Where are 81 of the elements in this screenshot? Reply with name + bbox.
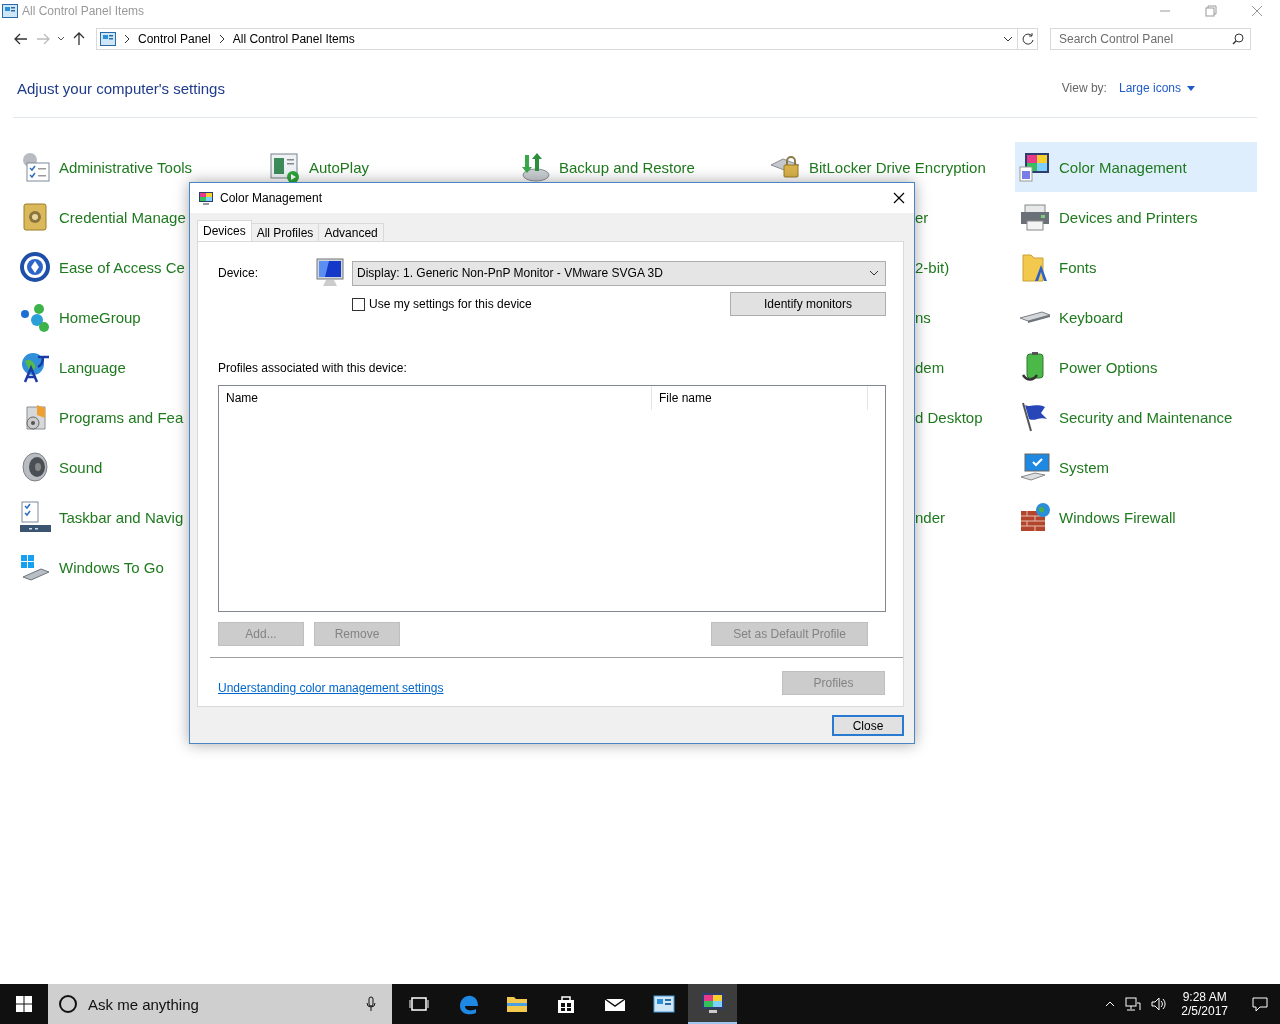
microphone-icon [366, 996, 376, 1012]
taskbar-app[interactable] [688, 984, 737, 1024]
search-field[interactable]: Ask me anything [48, 984, 392, 1024]
refresh-icon [1021, 33, 1034, 45]
control-panel-item[interactable]: AutoPlay [265, 142, 507, 192]
control-panel-item[interactable]: Fonts [1015, 242, 1257, 292]
control-panel-icon [2, 4, 18, 18]
monitor-icon [198, 190, 214, 206]
profiles-label: Profiles associated with this device: [218, 361, 408, 375]
control-panel-item[interactable]: Windows Firewall [1015, 492, 1257, 542]
task-view-icon [408, 996, 429, 1012]
control-panel-icon [100, 32, 116, 46]
column-header[interactable]: File name [652, 386, 868, 410]
monitor-icon [700, 992, 725, 1014]
view-by-dropdown[interactable]: Large icons [1118, 81, 1195, 95]
disc-icon [519, 151, 551, 183]
control-panel-item[interactable]: Security and Maintenance [1015, 392, 1257, 442]
accessibility-icon [19, 251, 51, 283]
circle-icon [58, 994, 78, 1014]
chevron-down-icon [869, 270, 879, 276]
printer-icon [1019, 201, 1051, 233]
brick-wall-icon [1019, 501, 1051, 533]
tab[interactable]: Devices [197, 220, 252, 241]
window-title: All Control Panel Items [22, 4, 145, 18]
tab[interactable]: Advanced [318, 223, 384, 241]
monitor-icon [1019, 151, 1051, 183]
breadcrumb[interactable]: Control Panel [138, 32, 211, 46]
forward-icon [36, 33, 50, 45]
control-panel-item[interactable]: Keyboard [1015, 292, 1257, 342]
network-dots-icon [19, 301, 51, 333]
control-panel-icon [652, 995, 675, 1013]
device-label: Device: [218, 266, 259, 280]
mail-icon [603, 996, 626, 1012]
page-heading: Adjust your computer's settings [17, 79, 225, 97]
close-icon [1251, 5, 1263, 17]
notification-icon [1252, 996, 1268, 1012]
chevron-right-icon [124, 35, 130, 43]
control-panel-item[interactable]: Administrative Tools [15, 142, 257, 192]
clock-time[interactable]: 9:28 AM [1182, 990, 1227, 1004]
dialog-title: Color Management [220, 191, 323, 205]
column-header[interactable]: Name [219, 386, 652, 410]
refresh-button[interactable] [1018, 28, 1038, 50]
control-panel-item[interactable]: Backup and Restore [515, 142, 757, 192]
restore-icon [1205, 5, 1217, 17]
volume-icon [1151, 997, 1168, 1011]
help-link[interactable]: Understanding color management settings [218, 681, 444, 695]
monitor-icon [314, 258, 346, 288]
dropdown-icon [57, 36, 65, 42]
speaker-icon [19, 451, 51, 483]
control-panel-item[interactable]: Color Management [1015, 142, 1257, 192]
control-panel-item[interactable]: HomeGroup [15, 292, 257, 342]
address-bar[interactable]: Control Panel All Control Panel Items [96, 28, 1018, 50]
up-icon [73, 32, 85, 46]
network-icon [1125, 997, 1142, 1011]
chevron-right-icon [218, 35, 225, 43]
caret-icon [1187, 85, 1195, 91]
search-icon [1232, 33, 1244, 45]
close-icon [893, 192, 905, 204]
dropdown-icon [1003, 36, 1013, 42]
keyboard-icon [1019, 310, 1051, 324]
taskbar-checklist-icon [19, 501, 51, 533]
view-by-label: View by: [1061, 81, 1107, 95]
chevron-up-icon [1105, 1001, 1116, 1007]
monitor-icon [1019, 451, 1051, 483]
checkbox[interactable] [352, 297, 365, 311]
back-icon [14, 33, 28, 45]
clock-date[interactable]: 2/5/2017 [1181, 1004, 1228, 1018]
windows-logo-icon [16, 996, 32, 1012]
folder-icon [505, 995, 528, 1013]
control-panel-item[interactable]: System [1015, 442, 1257, 492]
globe-icon [19, 351, 51, 383]
search-field[interactable]: Search Control Panel [1050, 28, 1251, 50]
control-panel-item[interactable]: Devices and Printers [1015, 192, 1257, 242]
breadcrumb[interactable]: All Control Panel Items [232, 32, 355, 46]
control-panel-item[interactable]: BitLocker Drive Encryption [765, 142, 1007, 192]
store-icon [555, 994, 576, 1014]
identify-monitors-button[interactable]: Identify monitors [730, 292, 886, 316]
control-panel-item[interactable]: Power Options [1015, 342, 1257, 392]
profiles-list[interactable]: Name File name [218, 385, 886, 612]
device-dropdown[interactable]: Display: 1. Generic Non-PnP Monitor - VMware SVGA 3D [352, 260, 886, 286]
close-dialog-button[interactable]: Close [832, 715, 904, 736]
